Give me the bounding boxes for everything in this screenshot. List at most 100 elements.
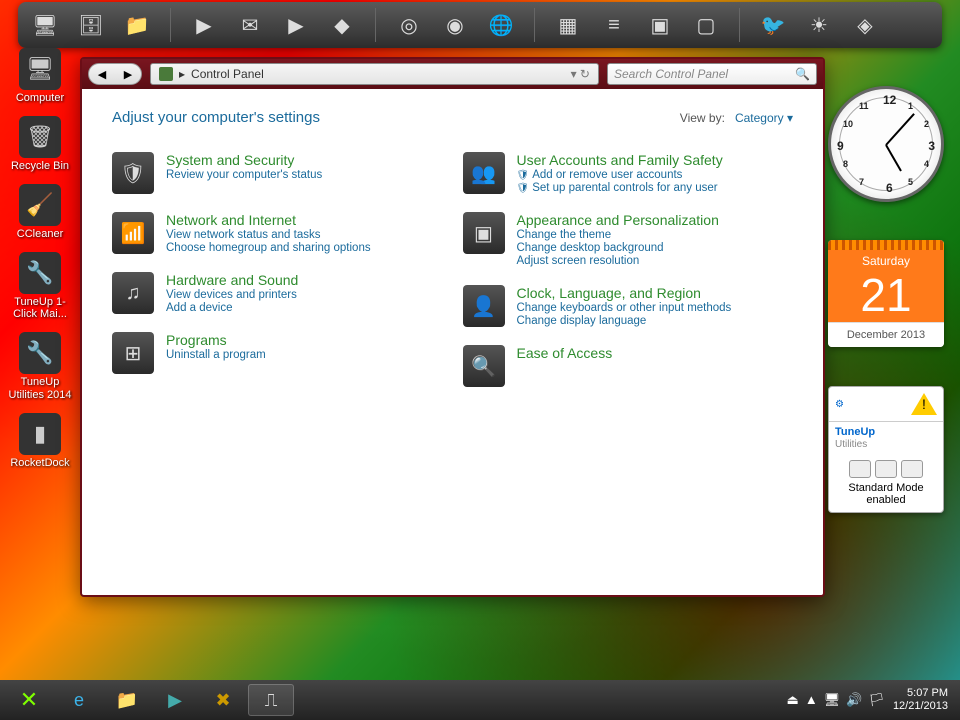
dock-folder[interactable]: 📁 — [120, 8, 154, 42]
category-appearance: ▣Appearance and PersonalizationChange th… — [463, 212, 794, 267]
start-button[interactable]: ✕ — [6, 684, 52, 716]
page-title: Adjust your computer's settings — [112, 109, 320, 126]
category-system: 🛡 System and SecurityReview your computer… — [112, 152, 443, 194]
tray-icon[interactable]: 🏳 — [868, 692, 885, 708]
ccleaner-icon: 🧹 — [19, 184, 61, 226]
dock-photo[interactable]: ▣ — [643, 8, 677, 42]
dock-youtube[interactable]: ▶ — [279, 8, 313, 42]
warning-icon: ! — [911, 393, 937, 415]
tuneup-mode-btn[interactable] — [875, 460, 897, 478]
category-link[interactable]: Add or remove user accounts — [517, 169, 723, 181]
rocketdock-icon: ▮ — [19, 413, 61, 455]
category-title[interactable]: Hardware and Sound — [166, 272, 298, 288]
category-link[interactable]: View devices and printers — [166, 289, 298, 301]
desktop-computer[interactable]: 🖥Computer — [5, 48, 75, 104]
category-link[interactable]: Change desktop background — [517, 242, 719, 254]
category-link[interactable]: Uninstall a program — [166, 349, 266, 361]
taskbar-explorer[interactable]: 📁 — [104, 684, 150, 716]
dock-lens[interactable]: ◉ — [438, 8, 472, 42]
dock-drive[interactable]: 🗄 — [74, 8, 108, 42]
breadcrumb: Control Panel — [191, 67, 264, 81]
dock-camera[interactable]: ◎ — [392, 8, 426, 42]
category-hardware: ♫ Hardware and SoundView devices and prin… — [112, 272, 443, 314]
search-input[interactable]: Search Control Panel 🔍 — [607, 63, 817, 85]
category-title[interactable]: Appearance and Personalization — [517, 212, 719, 228]
category-link[interactable]: View network status and tasks — [166, 229, 371, 241]
category-link[interactable]: Change the theme — [517, 229, 719, 241]
dock-globe[interactable]: 🌐 — [484, 8, 518, 42]
desktop-rocketdock[interactable]: ▮RocketDock — [5, 413, 75, 469]
category-title[interactable]: Network and Internet — [166, 212, 371, 228]
tuneup-mode-btn[interactable] — [849, 460, 871, 478]
category-title[interactable]: Ease of Access — [517, 345, 613, 361]
dock-playstore[interactable]: ▶ — [187, 8, 221, 42]
dock-note[interactable]: ▢ — [689, 8, 723, 42]
desktop-icons: 🖥Computer 🗑Recycle Bin 🧹CCleaner 🔧TuneUp 1-… — [4, 48, 76, 469]
dock-angrybird[interactable]: 🐦 — [756, 8, 790, 42]
category-title[interactable]: Programs — [166, 332, 266, 348]
control-panel-window: ◀ ▶ ▸ Control Panel ▾ ↻ Search Control P… — [80, 57, 825, 597]
tuneup-1click-icon: 🔧 — [19, 252, 61, 294]
recycle-bin-icon: 🗑 — [19, 116, 61, 158]
ease-icon: 🔍 — [463, 345, 505, 387]
category-link[interactable]: Set up parental controls for any user — [517, 182, 723, 194]
tray-icon[interactable]: ⏏ — [787, 692, 799, 708]
view-by: View by: Category ▾ — [680, 111, 793, 125]
hardware-icon: ♫ — [112, 272, 154, 314]
taskbar-ie[interactable]: e — [56, 684, 102, 716]
clock-widget[interactable]: 12 3 6 9 1 2 4 5 7 8 10 11 — [828, 86, 944, 202]
users-icon: 👥 — [463, 152, 505, 194]
calendar-day: 21 — [828, 272, 944, 322]
taskbar-media[interactable]: ▶ — [152, 684, 198, 716]
desktop-ccleaner[interactable]: 🧹CCleaner — [5, 184, 75, 240]
tray-icon[interactable]: 🔊 — [846, 692, 862, 708]
category-users: 👥 User Accounts and Family SafetyAdd or r… — [463, 152, 794, 194]
computer-icon: 🖥 — [19, 48, 61, 90]
tray-clock[interactable]: 5:07 PM 12/21/2013 — [893, 687, 948, 713]
dock-gmail[interactable]: ✉ — [233, 8, 267, 42]
category-title[interactable]: Clock, Language, and Region — [517, 285, 732, 301]
gear-icon: ⚙ — [835, 399, 844, 410]
category-link[interactable]: Add a device — [166, 302, 298, 314]
tuneup-mode-btn[interactable] — [901, 460, 923, 478]
dock-weather[interactable]: ☀ — [802, 8, 836, 42]
category-title[interactable]: System and Security — [166, 152, 322, 168]
clock-icon: 👤 — [463, 285, 505, 327]
category-ease: 🔍 Ease of Access — [463, 345, 794, 387]
dock-diamond[interactable]: ◆ — [325, 8, 359, 42]
tray-icon[interactable]: 🖥 — [824, 692, 841, 708]
window-toolbar: ◀ ▶ ▸ Control Panel ▾ ↻ Search Control P… — [82, 59, 823, 89]
dock-computer[interactable]: 🖥 — [28, 8, 62, 42]
tray-icon[interactable]: ▲ — [805, 692, 818, 708]
tuneup-widget[interactable]: ⚙ ! TuneUp Utilities Standard Mode enabl… — [828, 386, 944, 513]
tuneup-status: Standard Mode enabled — [835, 482, 937, 506]
dock-equalizer[interactable]: ≡ — [597, 8, 631, 42]
address-bar[interactable]: ▸ Control Panel ▾ ↻ — [150, 63, 599, 85]
network-icon: 📶 — [112, 212, 154, 254]
search-icon[interactable]: 🔍 — [795, 67, 810, 81]
top-dock: 🖥 🗄 📁 ▶ ✉ ▶ ◆ ◎ ◉ 🌐 ▦ ≡ ▣ ▢ 🐦 ☀ ◈ — [18, 2, 942, 48]
view-by-select[interactable]: Category ▾ — [735, 111, 793, 125]
programs-icon: ⊞ — [112, 332, 154, 374]
taskbar-tool[interactable]: ✖ — [200, 684, 246, 716]
category-link[interactable]: Adjust screen resolution — [517, 255, 719, 267]
nav-back-forward[interactable]: ◀ ▶ — [88, 63, 142, 85]
category-link[interactable]: Review your computer's status — [166, 169, 322, 181]
desktop-recycle-bin[interactable]: 🗑Recycle Bin — [5, 116, 75, 172]
category-title[interactable]: User Accounts and Family Safety — [517, 152, 723, 168]
category-link[interactable]: Change display language — [517, 315, 732, 327]
desktop-tuneup-1click[interactable]: 🔧TuneUp 1-Click Mai... — [5, 252, 75, 320]
calendar-widget[interactable]: Saturday 21 December 2013 — [828, 240, 944, 347]
category-programs: ⊞ ProgramsUninstall a program — [112, 332, 443, 374]
category-link[interactable]: Choose homegroup and sharing options — [166, 242, 371, 254]
taskbar-panel[interactable]: ⎍ — [248, 684, 294, 716]
dock-android[interactable]: ◈ — [848, 8, 882, 42]
dock-palette[interactable]: ▦ — [551, 8, 585, 42]
desktop-tuneup-utilities[interactable]: 🔧TuneUp Utilities 2014 — [5, 332, 75, 400]
category-clock: 👤 Clock, Language, and RegionChange keybo… — [463, 285, 794, 327]
category-network: 📶 Network and InternetView network status… — [112, 212, 443, 254]
calendar-month: December 2013 — [828, 322, 944, 347]
back-icon: ◀ — [98, 68, 106, 81]
category-link[interactable]: Change keyboards or other input methods — [517, 302, 732, 314]
system-icon: 🛡 — [112, 152, 154, 194]
